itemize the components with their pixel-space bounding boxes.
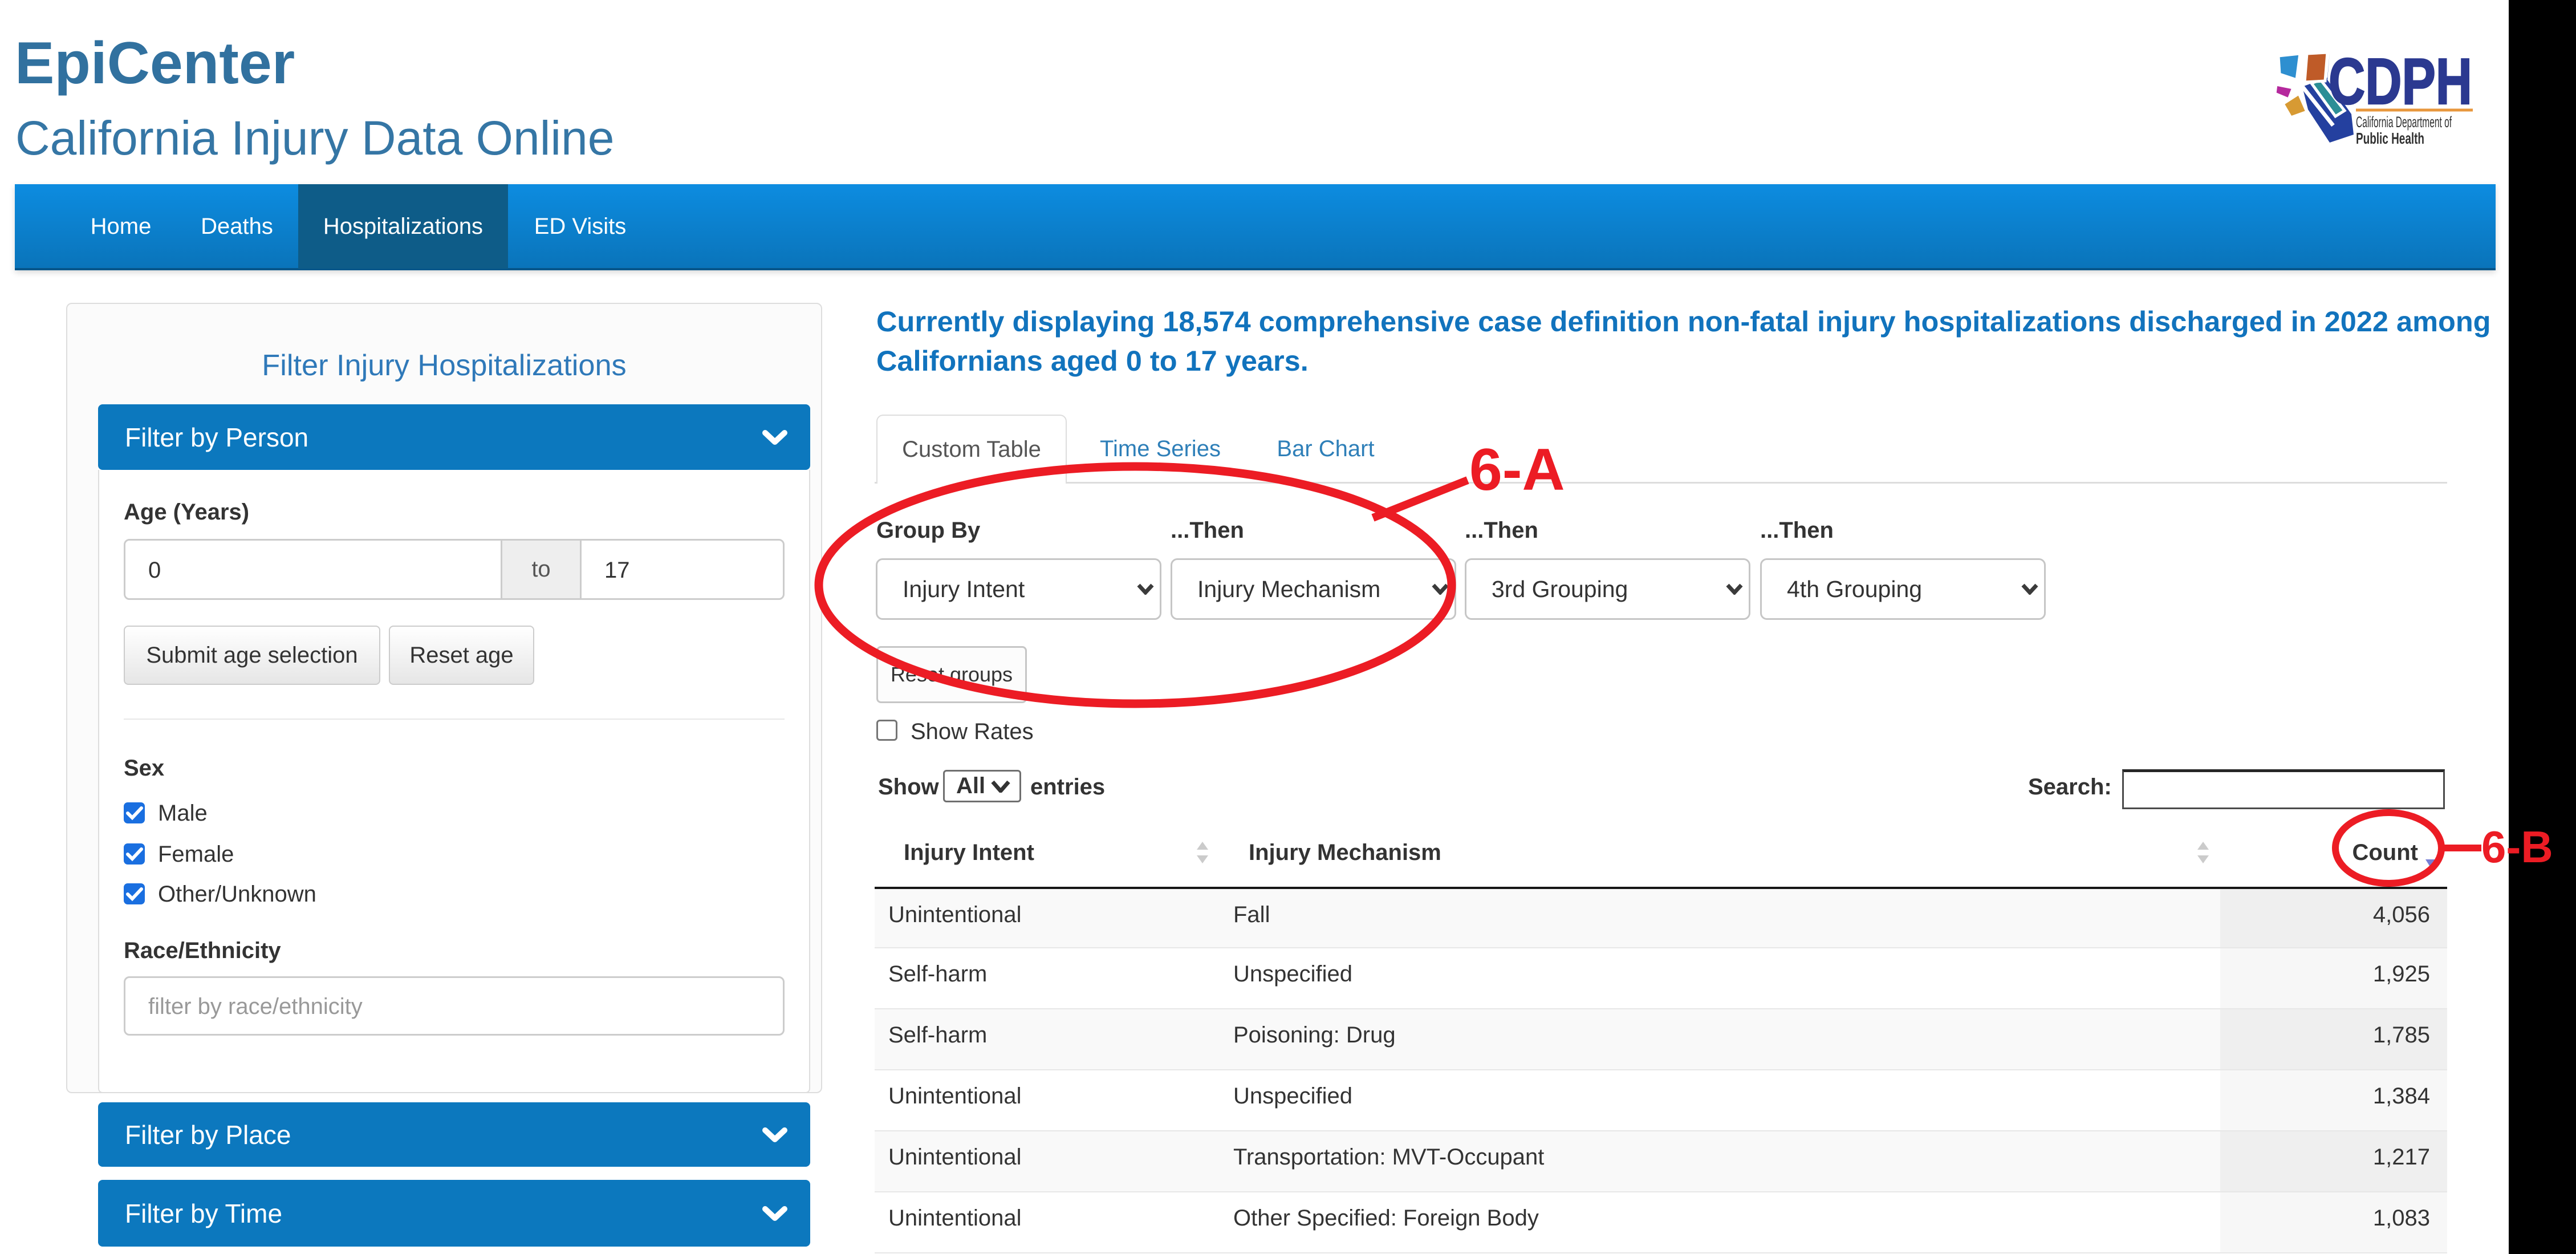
svg-text:California Department of: California Department of: [2356, 113, 2452, 131]
svg-text:CDPH: CDPH: [2329, 51, 2472, 118]
svg-text:Public Health: Public Health: [2356, 129, 2424, 147]
